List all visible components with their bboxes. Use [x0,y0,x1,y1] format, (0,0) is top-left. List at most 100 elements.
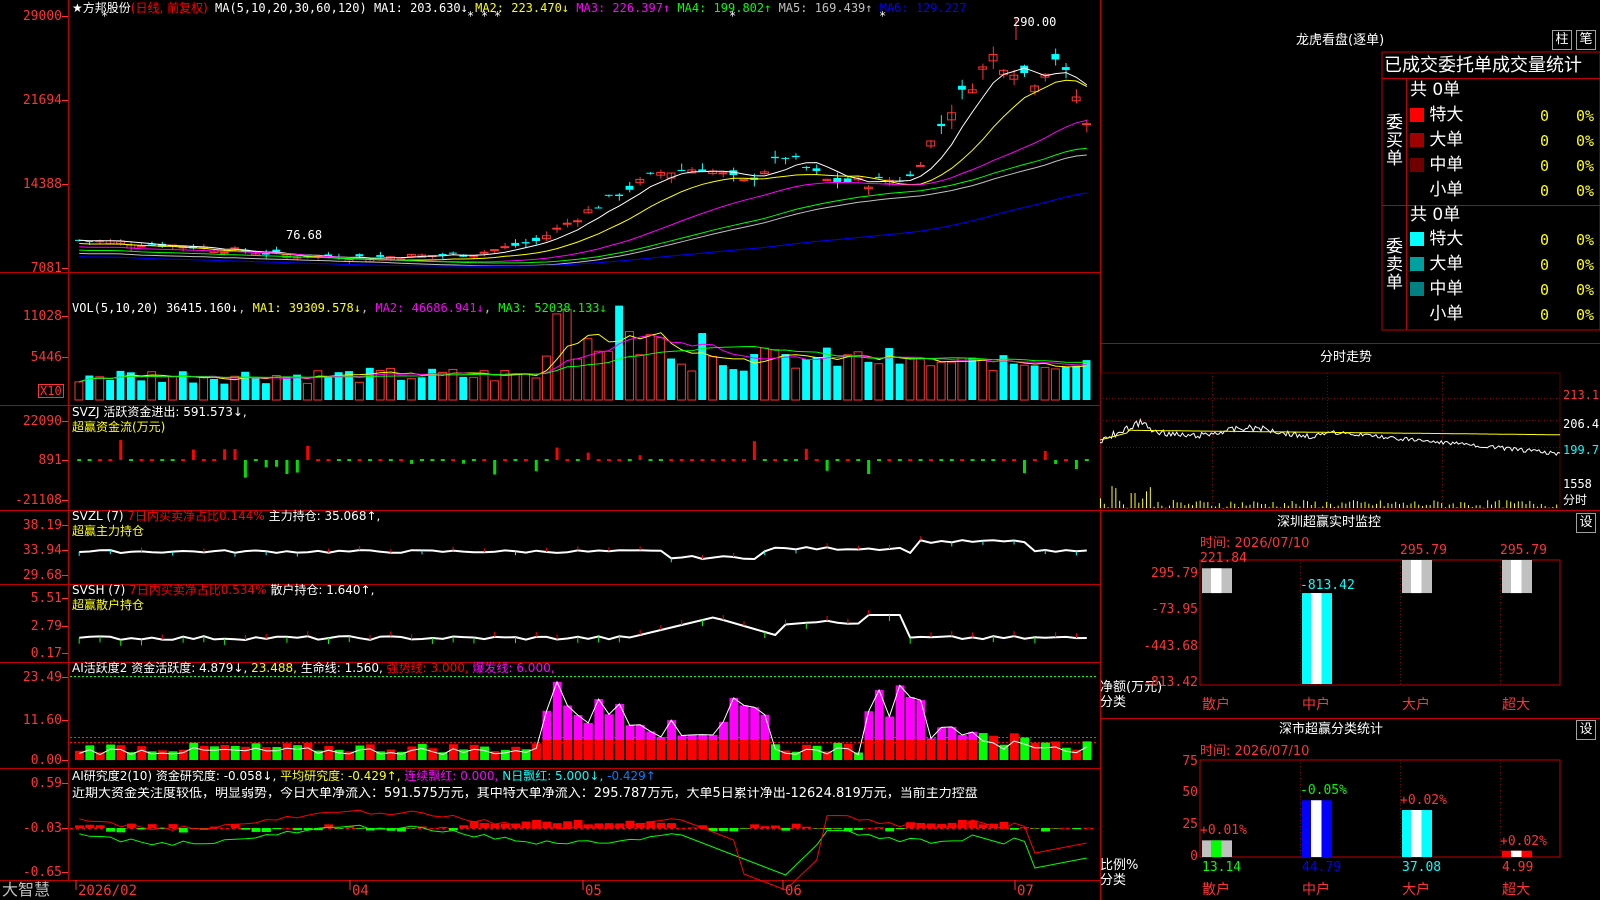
activity-base [542,740,552,760]
monitor-axis-label-1: -73.95 [1151,602,1198,617]
volume-bar [583,338,593,401]
activity-base [677,740,687,760]
buy-row-2[interactable]: 中单 [1410,157,1463,174]
row-count: 0 [1540,256,1550,274]
volume-bar [261,383,270,400]
research-bar [1051,828,1061,829]
research-bar [978,824,988,828]
adjust-mode[interactable]: (日线, 前复权) [131,1,208,15]
research-bar [1041,828,1050,832]
activity-bar [1051,741,1061,760]
row-color-swatch [1410,183,1424,197]
volume-bar [521,373,531,401]
fenshi-volume [1130,493,1132,508]
volume-bar [833,365,842,400]
classify-settings-button[interactable]: 设 [1576,720,1596,740]
fenshi-volume [1199,500,1201,508]
research-bar [1030,828,1040,829]
research-bar [1061,827,1071,829]
activity-bar [85,745,95,760]
tick-mode-button[interactable]: 笔 [1576,30,1596,50]
classify-time: 时间: 2026/07/10 [1200,744,1310,759]
bar-mode-button[interactable]: 柱 [1552,30,1572,50]
sell-row-0[interactable]: 特大 [1410,231,1463,248]
activity-base [750,740,760,760]
candle [957,85,966,90]
activity-bar [303,742,313,760]
monitor-value-label-2: 295.79 [1400,543,1447,558]
buy-row-0[interactable]: 特大 [1410,107,1463,124]
classify-title: 深市超赢分类统计 [1279,722,1384,737]
candle [219,251,229,254]
fenshi-volume [1410,503,1412,508]
monitor-bar-1 [1302,593,1332,684]
flow-bar [752,441,756,460]
activity-base [895,740,905,760]
svzl-label: SVZL (7) [72,509,124,523]
activity-bar [355,745,365,760]
ai2-header: AI活跃度2 资金活跃度: 4.879↓, 23.488, 生命线: 1.560… [72,662,555,674]
volume-bar [397,379,405,400]
sell-row-2[interactable]: 中单 [1410,281,1463,298]
volume-bar [698,333,707,400]
activity-base [615,740,625,760]
fenshi-volume [1307,501,1308,508]
flow-bar [867,460,871,475]
candle [843,178,852,183]
fenshi-volume [1360,502,1362,508]
sell-row-3[interactable]: 小单 [1410,306,1463,323]
flow-bar [493,460,497,475]
volume-bar [750,354,759,400]
activity-base [594,740,604,760]
fenshi-volume [1218,503,1220,508]
activity-base [687,740,697,760]
lhb-tabs[interactable]: 已成交委托单成交量统计 [1384,57,1582,75]
x-axis-label-0: 2026/02 [78,883,138,899]
row-color-swatch [1410,133,1424,147]
volume-bar [635,354,645,401]
sell-total: 共 0单 [1410,205,1461,225]
volume-bar [1050,368,1060,401]
air-label: AI研究度2(10) [72,769,153,783]
volume-bar [739,370,748,400]
buy-row-3[interactable]: 小单 [1410,182,1463,199]
svsh-axis-label-1: 2.79 [30,619,62,634]
volume-bar [552,313,562,401]
research-bar [106,828,116,832]
fenshi-volume [1314,501,1316,508]
row-color-swatch [1410,232,1424,246]
candle [552,227,562,230]
activity-bar [604,714,614,740]
fenshi-volume [1326,501,1328,508]
fenshi-volume [1203,502,1205,508]
fenshi-volume [1356,500,1358,508]
fenshi-volume [1468,504,1469,508]
monitor-bar-2 [1402,560,1432,594]
volume-bar [1040,366,1050,401]
volume-bar [365,367,374,400]
volume-bar [479,370,489,401]
ma-value-4: MA4: 199.802↑ [677,1,779,15]
buy-row-1[interactable]: 大单 [1410,132,1463,149]
volume-bar [895,363,904,400]
row-name: 中单 [1424,155,1464,175]
fenshi-volume [1184,505,1186,508]
activity-base [563,740,573,760]
monitor-bar-3 [1502,560,1532,594]
ma-label: MA(5,10,20,30,60,120) [215,1,367,15]
research-bar [293,828,303,831]
main-axis-label-2: 14388 [22,177,62,192]
candle [594,207,603,209]
classify-category-0: 散户 [1202,882,1230,898]
fenshi-volume [1245,505,1247,508]
fenshi-volume [1441,503,1443,508]
monitor-settings-button[interactable]: 设 [1576,513,1596,533]
air-axis-label-0: 0.59 [30,776,62,791]
row-count: 0 [1540,107,1550,125]
sell-row-1[interactable]: 大单 [1410,256,1463,273]
fenshi-volume [1330,503,1331,508]
activity-bar [584,722,593,740]
fenshi-volume [1295,503,1297,508]
activity-bar [220,745,230,760]
vol-unit[interactable]: X10 [38,384,64,398]
